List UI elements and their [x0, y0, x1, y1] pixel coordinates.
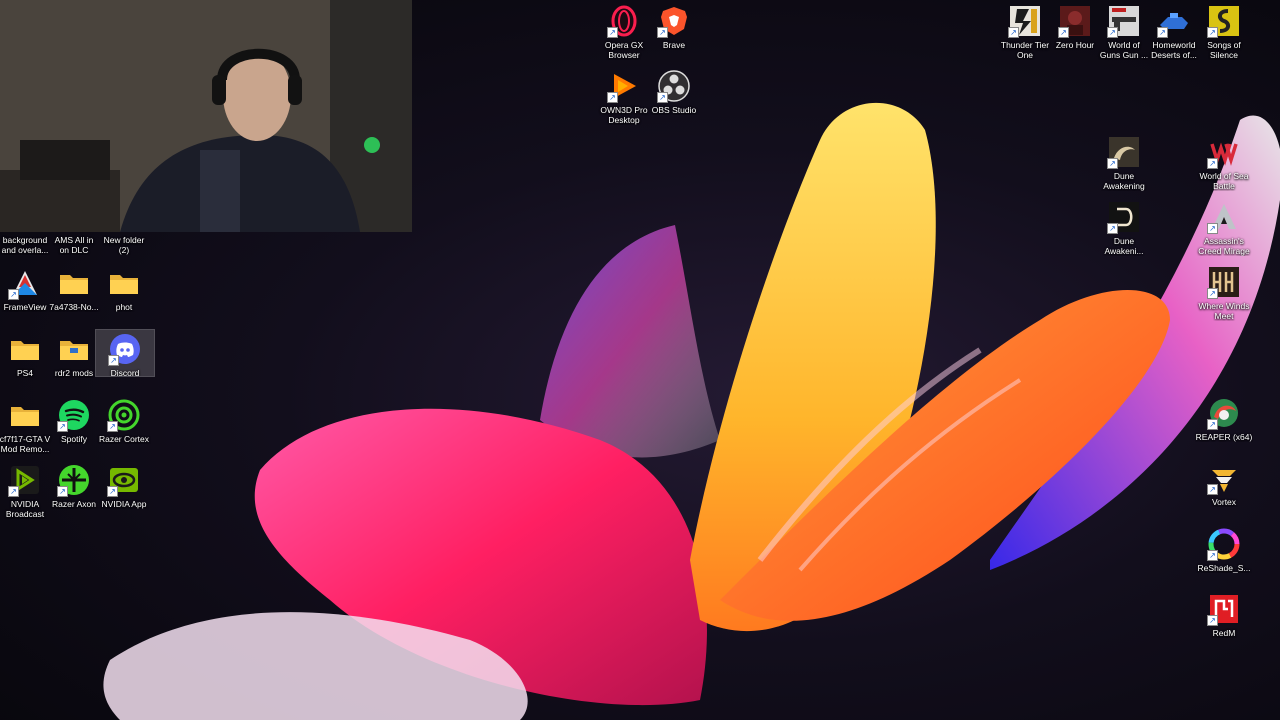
icon-label: Dune Awakening [1103, 171, 1145, 191]
shortcut-arrow-icon: ↗ [1107, 223, 1118, 234]
desktop-icon-new-folder[interactable]: New folder (2) [95, 232, 153, 255]
desktop-icon-brave[interactable]: ↗ Brave [645, 2, 703, 50]
folder-icon [110, 275, 138, 294]
webcam-overlay [0, 0, 412, 232]
desktop-icon-reshade[interactable]: ↗ ReShade_S... [1195, 525, 1253, 573]
desktop-icon-dune-awakening[interactable]: ↗ Dune Awakening [1095, 133, 1153, 191]
desktop-icon-world-of-sea-battle[interactable]: ↗ World of Sea Battle [1195, 133, 1253, 191]
shortcut-arrow-icon: ↗ [657, 92, 668, 103]
desktop-icon-where-winds-meet[interactable]: ↗ Where Winds Meet [1195, 263, 1253, 321]
shortcut-arrow-icon: ↗ [1058, 27, 1069, 38]
icon-label: REAPER (x64) [1195, 432, 1253, 442]
shortcut-arrow-icon: ↗ [607, 27, 618, 38]
desktop-icon-discord[interactable]: ↗ Discord [95, 329, 155, 377]
icon-label: ReShade_S... [1197, 563, 1251, 573]
shortcut-arrow-icon: ↗ [107, 486, 118, 497]
icon-label: RedM [1212, 628, 1236, 638]
shortcut-arrow-icon: ↗ [1207, 615, 1218, 626]
desktop-icon-obs[interactable]: ↗ OBS Studio [645, 67, 703, 115]
desktop-icon-assassins-creed[interactable]: ↗ Assassin's Creed Mirage [1195, 198, 1253, 256]
icon-label: NVIDIA App [101, 499, 147, 509]
desktop-icon-nvidia-app[interactable]: ↗ NVIDIA App [95, 461, 153, 509]
folder-icon [60, 341, 88, 360]
desktop-icon-razer-cortex[interactable]: ↗ Razer Cortex [95, 396, 153, 444]
icon-label: New folder (2) [103, 235, 145, 255]
icon-label: phot [115, 302, 133, 312]
desktop[interactable]: background and overla... AMS All in on D… [0, 0, 1280, 720]
shortcut-arrow-icon: ↗ [1207, 27, 1218, 38]
desktop-icon-rdr2[interactable]: rdr2 mods [45, 330, 103, 378]
icon-label: Vortex [1211, 497, 1237, 507]
icon-label: Dune Awakeni... [1104, 236, 1144, 256]
folder-icon [60, 275, 88, 294]
icon-label: Razer Cortex [98, 434, 150, 444]
folder-icon [11, 407, 39, 426]
shortcut-arrow-icon: ↗ [1008, 27, 1019, 38]
folder-icon [11, 341, 39, 360]
icon-label: Songs of Silence [1207, 40, 1241, 60]
shortcut-arrow-icon: ↗ [1107, 27, 1118, 38]
icon-label: Discord [110, 368, 140, 376]
desktop-icon-dune-awakening-2[interactable]: ↗ Dune Awakeni... [1095, 198, 1153, 256]
shortcut-arrow-icon: ↗ [57, 421, 68, 432]
shortcut-arrow-icon: ↗ [8, 486, 19, 497]
icon-label: Assassin's Creed Mirage [1198, 236, 1250, 256]
shortcut-arrow-icon: ↗ [1107, 158, 1118, 169]
desktop-icon-reaper[interactable]: ↗ REAPER (x64) [1195, 394, 1253, 442]
shortcut-arrow-icon: ↗ [57, 486, 68, 497]
shortcut-arrow-icon: ↗ [1207, 484, 1218, 495]
desktop-icon-vortex[interactable]: ↗ Vortex [1195, 459, 1253, 507]
shortcut-arrow-icon: ↗ [1207, 419, 1218, 430]
shortcut-arrow-icon: ↗ [1207, 550, 1218, 561]
desktop-icon-phot[interactable]: phot [95, 264, 153, 312]
icon-label: Where Winds Meet [1198, 301, 1250, 321]
shortcut-arrow-icon: ↗ [108, 355, 119, 366]
shortcut-arrow-icon: ↗ [1207, 158, 1218, 169]
icon-label: Brave [662, 40, 686, 50]
shortcut-arrow-icon: ↗ [607, 92, 618, 103]
shortcut-arrow-icon: ↗ [107, 421, 118, 432]
desktop-icon-redm[interactable]: ↗ RedM [1195, 590, 1253, 638]
shortcut-arrow-icon: ↗ [1157, 27, 1168, 38]
desktop-icon-songs-of-silence[interactable]: ↗ Songs of Silence [1195, 2, 1253, 60]
icon-label: rdr2 mods [54, 368, 94, 378]
icon-label: World of Sea Battle [1199, 171, 1249, 191]
shortcut-arrow-icon: ↗ [8, 289, 19, 300]
shortcut-arrow-icon: ↗ [1207, 223, 1218, 234]
shortcut-arrow-icon: ↗ [1207, 288, 1218, 299]
shortcut-arrow-icon: ↗ [657, 27, 668, 38]
icon-label: OBS Studio [651, 105, 697, 115]
